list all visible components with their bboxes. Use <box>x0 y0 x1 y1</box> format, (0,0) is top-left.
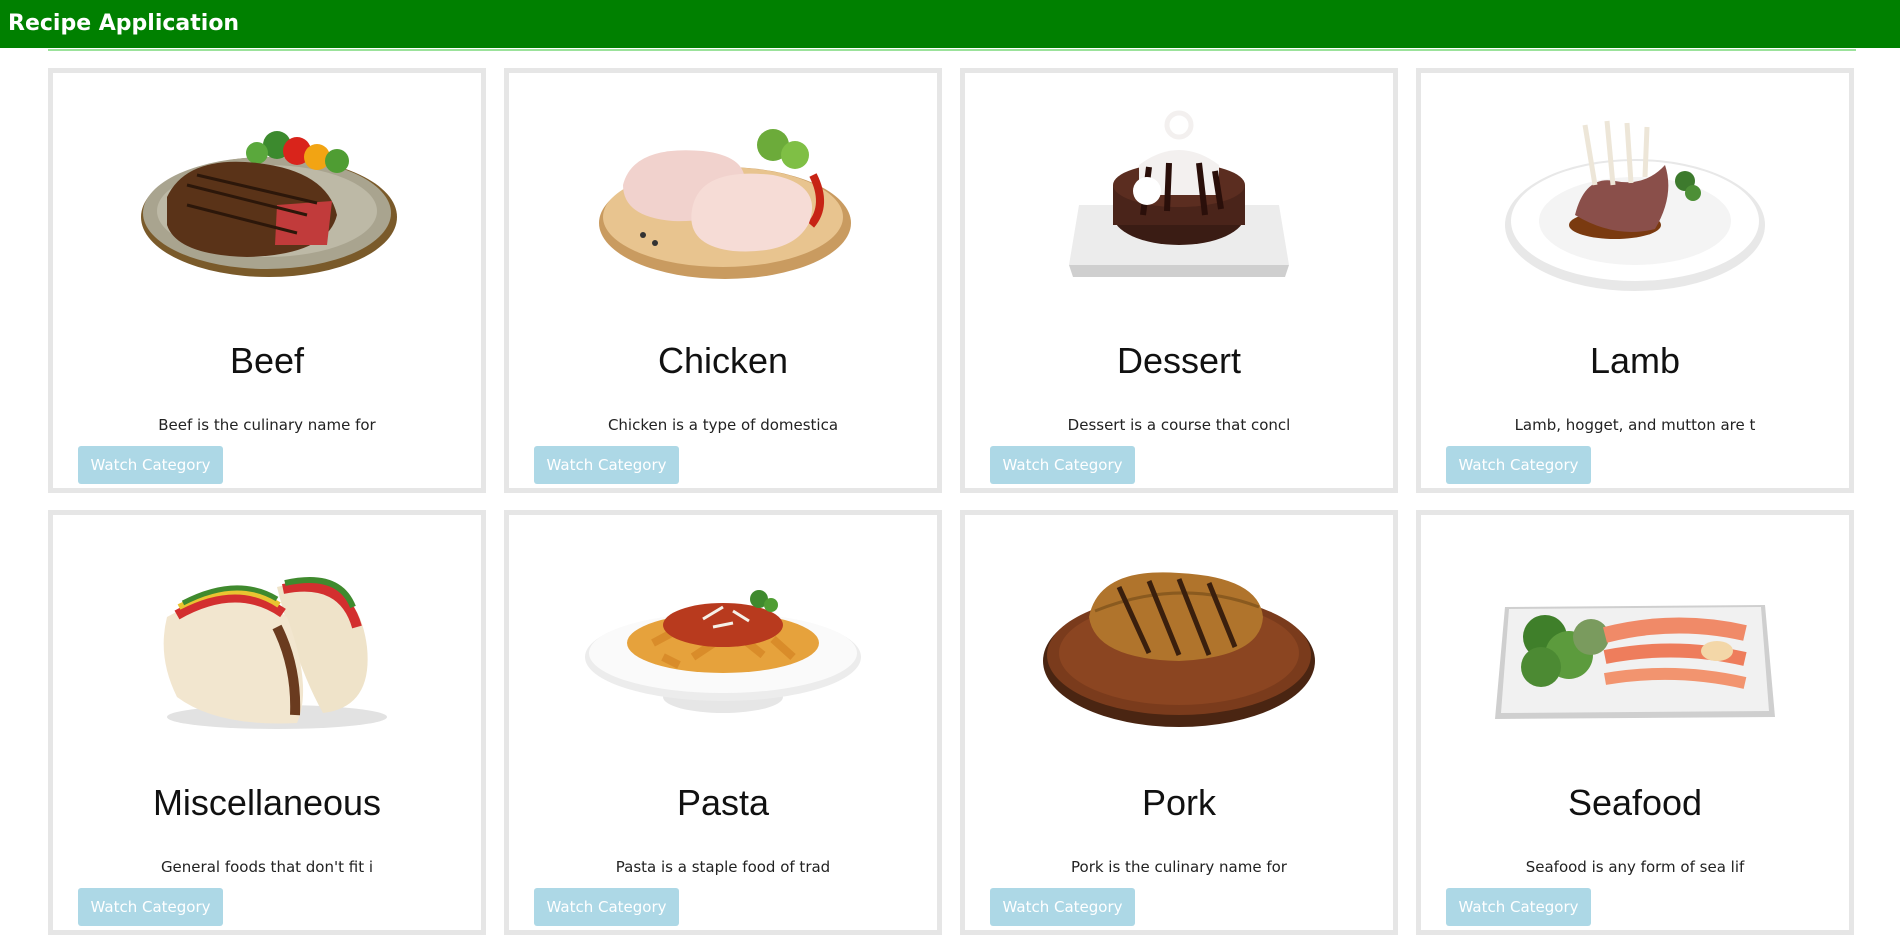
category-card-beef: Beef Beef is the culinary name for Watch… <box>48 68 486 493</box>
category-card-seafood: Seafood Seafood is any form of sea lif W… <box>1416 510 1854 935</box>
salmon-platter-image <box>1495 605 1775 719</box>
category-title: Seafood <box>1567 782 1703 823</box>
category-title: Lamb <box>1589 340 1681 381</box>
steak-plate-image <box>141 131 397 277</box>
category-description: Chicken is a type of domestica <box>607 416 839 434</box>
watch-category-button[interactable]: Watch Category <box>534 446 679 484</box>
category-description: Pasta is a staple food of trad <box>615 858 831 876</box>
category-title: Pasta <box>676 782 770 823</box>
category-title: Beef <box>229 340 305 381</box>
tacos-image <box>163 577 387 729</box>
category-description: Seafood is any form of sea lif <box>1525 858 1745 876</box>
category-title: Dessert <box>1116 340 1242 381</box>
watch-category-button[interactable]: Watch Category <box>78 888 223 926</box>
header-divider <box>48 49 1856 51</box>
chocolate-cake-image <box>1069 110 1289 277</box>
category-description: General foods that don't fit i <box>160 858 374 876</box>
lamb-rack-image <box>1505 120 1765 291</box>
category-title: Miscellaneous <box>152 782 382 823</box>
category-card-dessert: Dessert Dessert is a course that concl W… <box>960 68 1398 493</box>
category-description: Dessert is a course that concl <box>1067 416 1291 434</box>
raw-chicken-image <box>599 129 851 279</box>
app-title: Recipe Application <box>8 11 240 36</box>
category-card-chicken: Chicken Chicken is a type of domestica W… <box>504 68 942 493</box>
category-grid: Beef Beef is the culinary name for Watch… <box>48 68 1856 935</box>
category-description: Pork is the culinary name for <box>1071 858 1287 876</box>
app-header: Recipe Application <box>0 0 1900 48</box>
pork-chop-board-image <box>1043 572 1315 727</box>
category-title: Chicken <box>657 340 789 381</box>
category-title: Pork <box>1141 782 1217 823</box>
penne-bowl-image <box>585 590 861 713</box>
watch-category-button[interactable]: Watch Category <box>1446 888 1591 926</box>
watch-category-button[interactable]: Watch Category <box>1446 446 1591 484</box>
watch-category-button[interactable]: Watch Category <box>78 446 223 484</box>
category-card-pasta: Pasta Pasta is a staple food of trad Wat… <box>504 510 942 935</box>
watch-category-button[interactable]: Watch Category <box>990 888 1135 926</box>
category-card-miscellaneous: Miscellaneous General foods that don't f… <box>48 510 486 935</box>
category-card-pork: Pork Pork is the culinary name for Watch… <box>960 510 1398 935</box>
category-description: Lamb, hogget, and mutton are t <box>1514 416 1756 434</box>
category-card-lamb: Lamb Lamb, hogget, and mutton are t Watc… <box>1416 68 1854 493</box>
watch-category-button[interactable]: Watch Category <box>990 446 1135 484</box>
category-description: Beef is the culinary name for <box>158 416 376 434</box>
watch-category-button[interactable]: Watch Category <box>534 888 679 926</box>
